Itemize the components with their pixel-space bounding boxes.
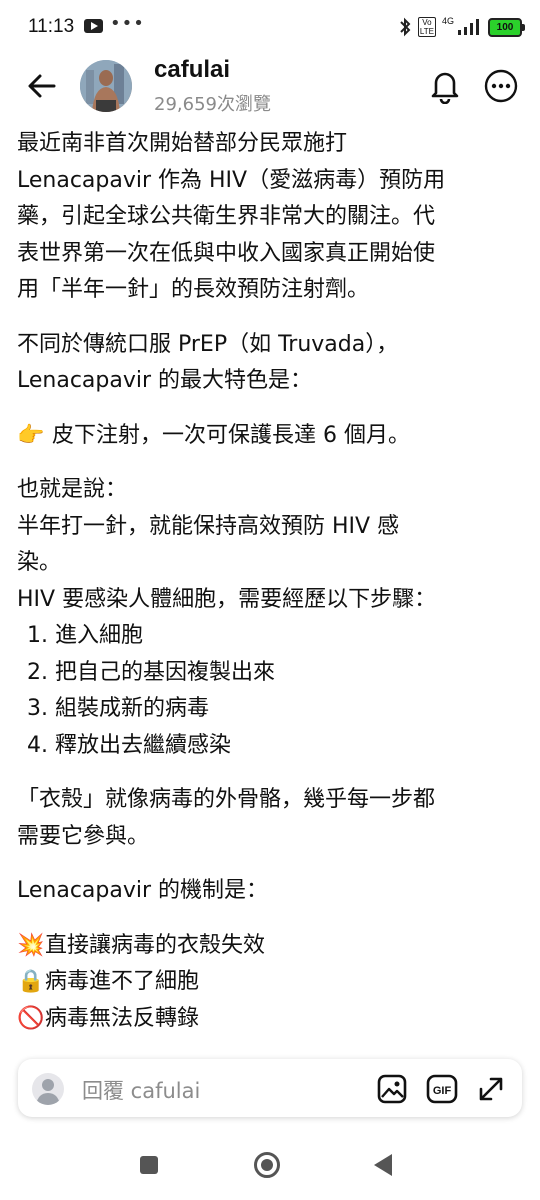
author-avatar[interactable] — [80, 60, 132, 112]
prohibited-icon: 🚫 — [17, 1005, 45, 1031]
text-line: 也就是說： — [17, 477, 128, 502]
battery-icon: 100 — [488, 17, 525, 37]
text-line: 用「半年一針」的長效預防注射劑。 — [17, 277, 370, 302]
reply-composer[interactable]: 回覆 cafulai GIF — [18, 1059, 522, 1117]
youtube-notification-icon — [84, 19, 103, 33]
author-username[interactable]: cafulai — [154, 56, 230, 84]
list-item: 3. 組裝成新的病毒 — [27, 696, 209, 721]
status-bar: 11:13 ••• Vo LTE 4G 100 — [0, 0, 540, 56]
back-arrow-icon[interactable] — [24, 68, 60, 104]
collision-icon: 💥 — [17, 932, 45, 958]
text-line: 不同於傳統口服 PrEP（如 Truvada）， — [17, 331, 399, 357]
text-line: 直接讓病毒的衣殼失效 — [45, 932, 266, 958]
post-body: 最近南非首次開始替部分民眾施打 Lenacapavir 作為 HIV（愛滋病毒）… — [17, 126, 517, 1037]
bell-icon[interactable] — [428, 68, 462, 104]
user-avatar-icon — [32, 1073, 64, 1105]
reply-input[interactable]: 回覆 cafulai — [82, 1075, 200, 1105]
text-line: 需要它參與。 — [17, 823, 150, 849]
text-line: 皮下注射，一次可保護長達 6 個月。 — [52, 422, 410, 448]
gif-label: GIF — [433, 1085, 452, 1097]
lock-icon: 🔒 — [17, 969, 45, 994]
expand-icon[interactable] — [475, 1073, 507, 1105]
infection-steps-list: 1. 進入細胞 2. 把自己的基因複製出來 3. 組裝成新的病毒 4. 釋放出去… — [17, 618, 517, 764]
text-line: 藥，引起全球公共衛生界非常大的關注。代 — [17, 204, 436, 229]
list-item: 1. 進入細胞 — [27, 623, 143, 648]
text-line: HIV 要感染人體細胞，需要經歷以下步驟： — [17, 586, 437, 612]
network-type-label: 4G — [441, 16, 454, 26]
home-icon[interactable] — [254, 1152, 280, 1178]
back-triangle-icon[interactable] — [374, 1154, 392, 1176]
text-line: Lenacapavir 的最大特色是： — [17, 368, 313, 393]
notification-overflow-icon: ••• — [110, 13, 145, 34]
paragraph-explanation: 也就是說： 半年打一針，就能保持高效預防 HIV 感 染。 HIV 要感染人體細… — [17, 472, 517, 618]
system-navigation-bar — [0, 1130, 540, 1200]
text-line: 病毒無法反轉錄 — [45, 1005, 200, 1031]
status-time: 11:13 — [28, 16, 75, 37]
text-line: 最近南非首次開始替部分民眾施打 — [17, 131, 348, 156]
view-count: 29,659次瀏覽 — [154, 94, 271, 115]
list-item: 2. 把自己的基因複製出來 — [27, 659, 275, 685]
more-options-icon[interactable] — [484, 69, 518, 103]
recent-apps-icon[interactable] — [140, 1156, 158, 1174]
text-line: 染。 — [17, 550, 62, 575]
pointing-hand-icon: 👉 — [17, 422, 45, 448]
status-icons: Vo LTE 4G 100 — [398, 15, 525, 39]
volte-icon: Vo LTE — [417, 17, 436, 37]
text-line: 表世界第一次在低與中收入國家真正開始使 — [17, 240, 436, 266]
paragraph-intro: 最近南非首次開始替部分民眾施打 Lenacapavir 作為 HIV（愛滋病毒）… — [17, 126, 517, 309]
gif-button[interactable]: GIF — [426, 1073, 458, 1105]
gif-icon: GIF — [426, 1074, 458, 1104]
text-line: Lenacapavir 作為 HIV（愛滋病毒）預防用 — [17, 167, 446, 193]
image-icon[interactable] — [376, 1073, 408, 1105]
bluetooth-icon — [400, 17, 411, 37]
text-line: 病毒進不了細胞 — [45, 969, 200, 994]
list-item: 4. 釋放出去繼續感染 — [27, 732, 231, 758]
battery-level: 100 — [496, 21, 514, 33]
paragraph-mechanism-title: Lenacapavir 的機制是： — [17, 878, 269, 903]
paragraph-highlight: 👉 皮下注射，一次可保護長達 6 個月。 — [17, 418, 517, 455]
paragraph-capsid: 「衣殼」就像病毒的外骨骼，幾乎每一步都 需要它參與。 — [17, 782, 517, 855]
post-header: cafulai 29,659次瀏覽 — [0, 56, 540, 118]
text-line: 「衣殼」就像病毒的外骨骼，幾乎每一步都 — [17, 787, 436, 812]
paragraph-comparison: 不同於傳統口服 PrEP（如 Truvada）， Lenacapavir 的最大… — [17, 327, 517, 400]
signal-strength-icon — [458, 19, 479, 35]
mechanism-list: 💥直接讓病毒的衣殼失效 🔒病毒進不了細胞 🚫病毒無法反轉錄 — [17, 928, 517, 1038]
text-line: 半年打一針，就能保持高效預防 HIV 感 — [17, 513, 400, 539]
avatar-photo — [80, 60, 132, 112]
